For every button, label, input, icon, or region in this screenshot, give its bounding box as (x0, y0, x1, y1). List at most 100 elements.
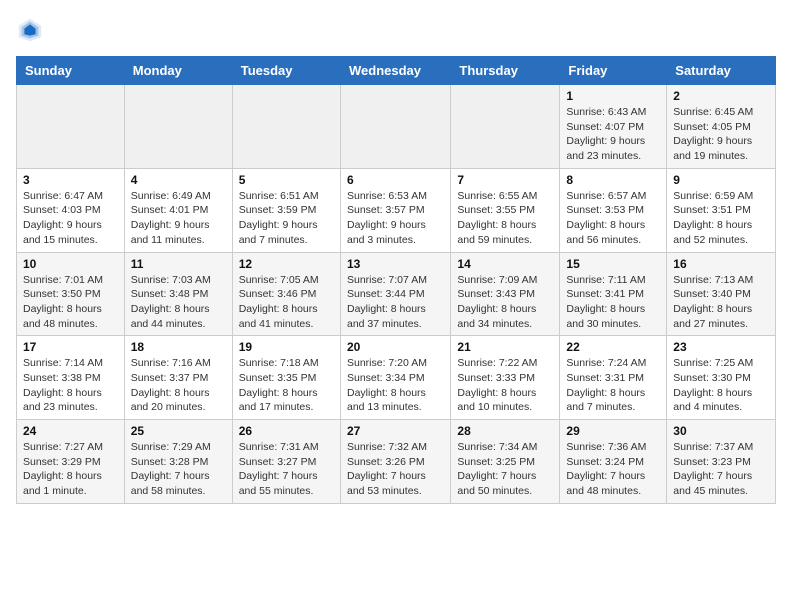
calendar-day-cell: 6 Sunrise: 6:53 AM Sunset: 3:57 PM Daylig… (340, 168, 450, 252)
calendar-day-cell: 29 Sunrise: 7:36 AM Sunset: 3:24 PM Dayli… (560, 420, 667, 504)
day-info: Sunrise: 7:09 AM Sunset: 3:43 PM Dayligh… (457, 273, 553, 332)
day-number: 27 (347, 424, 444, 438)
day-info: Sunrise: 7:07 AM Sunset: 3:44 PM Dayligh… (347, 273, 444, 332)
day-info: Sunrise: 7:16 AM Sunset: 3:37 PM Dayligh… (131, 356, 226, 415)
day-number: 11 (131, 257, 226, 271)
day-info: Sunrise: 6:51 AM Sunset: 3:59 PM Dayligh… (239, 189, 334, 248)
calendar-day-cell (340, 85, 450, 169)
calendar-day-cell: 10 Sunrise: 7:01 AM Sunset: 3:50 PM Dayli… (17, 252, 125, 336)
day-number: 28 (457, 424, 553, 438)
day-info: Sunrise: 7:31 AM Sunset: 3:27 PM Dayligh… (239, 440, 334, 499)
day-number: 14 (457, 257, 553, 271)
calendar-day-cell (451, 85, 560, 169)
day-number: 23 (673, 340, 769, 354)
day-info: Sunrise: 7:03 AM Sunset: 3:48 PM Dayligh… (131, 273, 226, 332)
calendar-week-row: 10 Sunrise: 7:01 AM Sunset: 3:50 PM Dayli… (17, 252, 776, 336)
calendar-day-cell (232, 85, 340, 169)
day-info: Sunrise: 7:11 AM Sunset: 3:41 PM Dayligh… (566, 273, 660, 332)
day-info: Sunrise: 6:47 AM Sunset: 4:03 PM Dayligh… (23, 189, 118, 248)
day-number: 29 (566, 424, 660, 438)
day-info: Sunrise: 7:25 AM Sunset: 3:30 PM Dayligh… (673, 356, 769, 415)
calendar-day-cell: 17 Sunrise: 7:14 AM Sunset: 3:38 PM Dayli… (17, 336, 125, 420)
day-number: 20 (347, 340, 444, 354)
column-header-monday: Monday (124, 57, 232, 85)
day-info: Sunrise: 7:05 AM Sunset: 3:46 PM Dayligh… (239, 273, 334, 332)
day-info: Sunrise: 6:59 AM Sunset: 3:51 PM Dayligh… (673, 189, 769, 248)
day-info: Sunrise: 7:01 AM Sunset: 3:50 PM Dayligh… (23, 273, 118, 332)
day-info: Sunrise: 6:57 AM Sunset: 3:53 PM Dayligh… (566, 189, 660, 248)
day-info: Sunrise: 7:22 AM Sunset: 3:33 PM Dayligh… (457, 356, 553, 415)
day-info: Sunrise: 7:18 AM Sunset: 3:35 PM Dayligh… (239, 356, 334, 415)
day-info: Sunrise: 6:53 AM Sunset: 3:57 PM Dayligh… (347, 189, 444, 248)
day-info: Sunrise: 7:32 AM Sunset: 3:26 PM Dayligh… (347, 440, 444, 499)
page-header (16, 16, 776, 44)
calendar-day-cell: 28 Sunrise: 7:34 AM Sunset: 3:25 PM Dayli… (451, 420, 560, 504)
calendar-table: SundayMondayTuesdayWednesdayThursdayFrid… (16, 56, 776, 504)
day-info: Sunrise: 7:37 AM Sunset: 3:23 PM Dayligh… (673, 440, 769, 499)
day-number: 16 (673, 257, 769, 271)
calendar-week-row: 1 Sunrise: 6:43 AM Sunset: 4:07 PM Daylig… (17, 85, 776, 169)
day-info: Sunrise: 7:20 AM Sunset: 3:34 PM Dayligh… (347, 356, 444, 415)
day-number: 21 (457, 340, 553, 354)
calendar-day-cell: 26 Sunrise: 7:31 AM Sunset: 3:27 PM Dayli… (232, 420, 340, 504)
calendar-day-cell: 20 Sunrise: 7:20 AM Sunset: 3:34 PM Dayli… (340, 336, 450, 420)
calendar-week-row: 17 Sunrise: 7:14 AM Sunset: 3:38 PM Dayli… (17, 336, 776, 420)
calendar-day-cell: 9 Sunrise: 6:59 AM Sunset: 3:51 PM Daylig… (667, 168, 776, 252)
calendar-day-cell (124, 85, 232, 169)
day-info: Sunrise: 7:34 AM Sunset: 3:25 PM Dayligh… (457, 440, 553, 499)
day-number: 6 (347, 173, 444, 187)
day-number: 1 (566, 89, 660, 103)
day-info: Sunrise: 7:27 AM Sunset: 3:29 PM Dayligh… (23, 440, 118, 499)
day-number: 22 (566, 340, 660, 354)
calendar-day-cell: 4Sunrise: 6:49 AM Sunset: 4:01 PM Daylig… (124, 168, 232, 252)
day-number: 8 (566, 173, 660, 187)
calendar-day-cell: 18 Sunrise: 7:16 AM Sunset: 3:37 PM Dayli… (124, 336, 232, 420)
calendar-day-cell: 25Sunrise: 7:29 AM Sunset: 3:28 PM Dayli… (124, 420, 232, 504)
calendar-day-cell: 3 Sunrise: 6:47 AM Sunset: 4:03 PM Daylig… (17, 168, 125, 252)
column-header-thursday: Thursday (451, 57, 560, 85)
column-header-tuesday: Tuesday (232, 57, 340, 85)
calendar-day-cell: 21 Sunrise: 7:22 AM Sunset: 3:33 PM Dayli… (451, 336, 560, 420)
column-header-sunday: Sunday (17, 57, 125, 85)
calendar-day-cell: 23 Sunrise: 7:25 AM Sunset: 3:30 PM Dayli… (667, 336, 776, 420)
calendar-week-row: 24 Sunrise: 7:27 AM Sunset: 3:29 PM Dayli… (17, 420, 776, 504)
logo-icon (16, 16, 44, 44)
column-header-wednesday: Wednesday (340, 57, 450, 85)
day-info: Sunrise: 6:43 AM Sunset: 4:07 PM Dayligh… (566, 105, 660, 164)
day-number: 10 (23, 257, 118, 271)
day-info: Sunrise: 6:45 AM Sunset: 4:05 PM Dayligh… (673, 105, 769, 164)
day-number: 12 (239, 257, 334, 271)
calendar-day-cell: 5 Sunrise: 6:51 AM Sunset: 3:59 PM Daylig… (232, 168, 340, 252)
calendar-day-cell: 2Sunrise: 6:45 AM Sunset: 4:05 PM Daylig… (667, 85, 776, 169)
day-number: 24 (23, 424, 118, 438)
calendar-day-cell: 11 Sunrise: 7:03 AM Sunset: 3:48 PM Dayli… (124, 252, 232, 336)
day-number: 5 (239, 173, 334, 187)
calendar-day-cell: 24 Sunrise: 7:27 AM Sunset: 3:29 PM Dayli… (17, 420, 125, 504)
calendar-day-cell: 1 Sunrise: 6:43 AM Sunset: 4:07 PM Daylig… (560, 85, 667, 169)
day-number: 3 (23, 173, 118, 187)
calendar-day-cell: 16 Sunrise: 7:13 AM Sunset: 3:40 PM Dayli… (667, 252, 776, 336)
calendar-day-cell: 14 Sunrise: 7:09 AM Sunset: 3:43 PM Dayli… (451, 252, 560, 336)
day-info: Sunrise: 7:24 AM Sunset: 3:31 PM Dayligh… (566, 356, 660, 415)
day-info: Sunrise: 6:49 AM Sunset: 4:01 PM Dayligh… (131, 189, 226, 248)
day-number: 7 (457, 173, 553, 187)
day-info: Sunrise: 7:14 AM Sunset: 3:38 PM Dayligh… (23, 356, 118, 415)
day-info: Sunrise: 7:36 AM Sunset: 3:24 PM Dayligh… (566, 440, 660, 499)
calendar-day-cell: 7 Sunrise: 6:55 AM Sunset: 3:55 PM Daylig… (451, 168, 560, 252)
calendar-day-cell: 19 Sunrise: 7:18 AM Sunset: 3:35 PM Dayli… (232, 336, 340, 420)
calendar-day-cell: 27 Sunrise: 7:32 AM Sunset: 3:26 PM Dayli… (340, 420, 450, 504)
day-number: 9 (673, 173, 769, 187)
logo (16, 16, 48, 44)
day-number: 17 (23, 340, 118, 354)
day-number: 26 (239, 424, 334, 438)
day-number: 30 (673, 424, 769, 438)
day-info: Sunrise: 7:13 AM Sunset: 3:40 PM Dayligh… (673, 273, 769, 332)
calendar-week-row: 3 Sunrise: 6:47 AM Sunset: 4:03 PM Daylig… (17, 168, 776, 252)
day-number: 18 (131, 340, 226, 354)
day-number: 19 (239, 340, 334, 354)
calendar-day-cell: 13 Sunrise: 7:07 AM Sunset: 3:44 PM Dayli… (340, 252, 450, 336)
day-number: 15 (566, 257, 660, 271)
day-number: 13 (347, 257, 444, 271)
calendar-day-cell: 22 Sunrise: 7:24 AM Sunset: 3:31 PM Dayli… (560, 336, 667, 420)
day-info: Sunrise: 6:55 AM Sunset: 3:55 PM Dayligh… (457, 189, 553, 248)
